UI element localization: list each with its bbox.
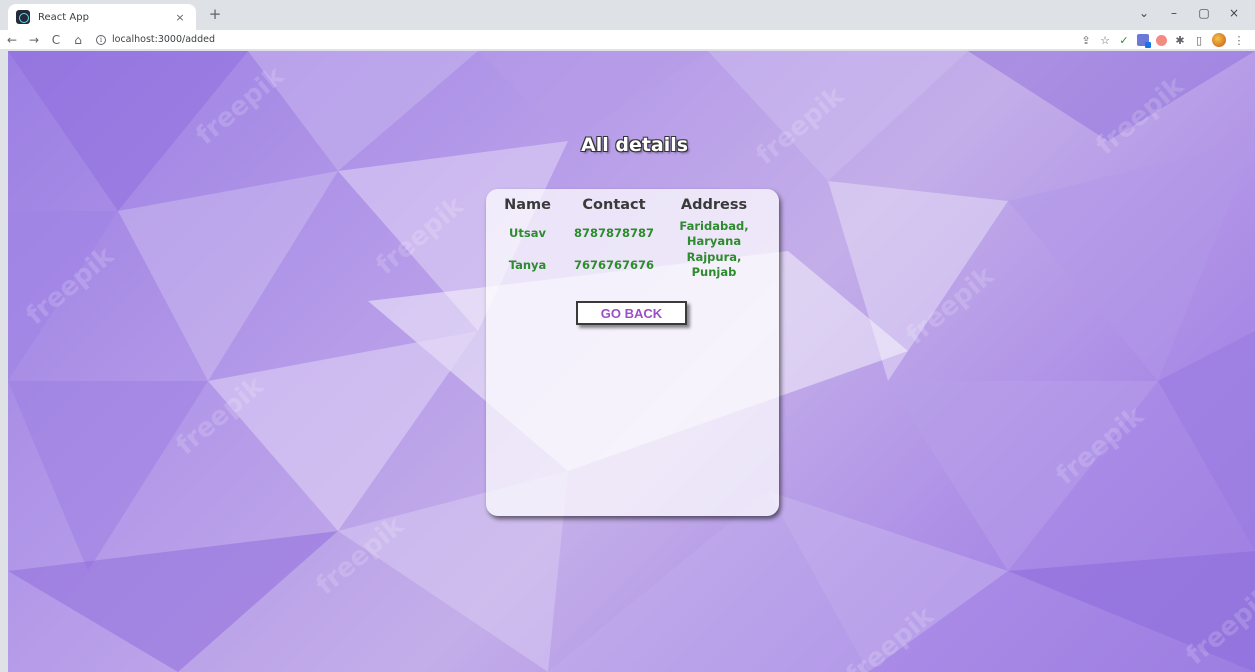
browser-toolbar: ← → C ⌂ i localhost:3000/added ⇪ ☆ ✓ ✱ ▯… <box>0 30 1255 50</box>
extensions-bar: ⇪ ☆ ✓ ✱ ▯ ⋮ <box>1080 30 1245 50</box>
cell-address: Faridabad, Haryana <box>679 218 749 248</box>
tab-strip: React App × + ⌄ – ▢ × <box>0 0 1255 30</box>
bookmark-star-icon[interactable]: ☆ <box>1099 34 1111 47</box>
table-row: Utsav 8787878787 Faridabad, Haryana <box>496 217 759 250</box>
details-card: Name Contact Address Utsav 8787878787 Fa… <box>486 189 779 516</box>
close-tab-icon[interactable]: × <box>172 11 188 24</box>
back-arrow-icon[interactable]: ← <box>2 33 22 47</box>
site-info-icon[interactable]: i <box>96 34 106 45</box>
share-icon[interactable]: ⇪ <box>1080 34 1092 47</box>
reload-icon[interactable]: C <box>46 33 66 47</box>
page-viewport: freepik freepik freepik freepik freepik … <box>8 51 1255 672</box>
window-controls: ⌄ – ▢ × <box>1129 3 1249 23</box>
address-bar[interactable]: i localhost:3000/added <box>96 31 215 49</box>
table-row: Tanya 7676767676 Rajpura, Punjab <box>496 250 759 280</box>
new-tab-button[interactable]: + <box>205 5 225 23</box>
go-back-button[interactable]: GO BACK <box>576 301 687 325</box>
forward-arrow-icon[interactable]: → <box>24 33 44 47</box>
url-text[interactable]: localhost:3000/added <box>112 34 215 45</box>
extension-record-icon[interactable] <box>1156 34 1167 46</box>
minimize-button[interactable]: – <box>1159 3 1189 23</box>
page-title: All details <box>581 134 689 156</box>
cell-contact: 8787878787 <box>573 226 655 240</box>
header-name: Name <box>504 197 551 213</box>
profile-avatar[interactable] <box>1212 33 1226 47</box>
extension-badge-icon[interactable] <box>1137 34 1151 48</box>
browser-tab[interactable]: React App × <box>8 4 196 30</box>
restore-button[interactable]: ▢ <box>1189 3 1219 23</box>
cell-address: Rajpura, Punjab <box>686 250 742 279</box>
extensions-puzzle-icon[interactable]: ✱ <box>1174 34 1186 47</box>
header-address: Address <box>680 197 748 213</box>
close-window-button[interactable]: × <box>1219 3 1249 23</box>
tab-search-icon[interactable]: ⌄ <box>1129 3 1159 23</box>
more-menu-icon[interactable]: ⋮ <box>1233 34 1245 47</box>
details-table: Name Contact Address Utsav 8787878787 Fa… <box>496 193 759 280</box>
checkmark-extension-icon[interactable]: ✓ <box>1118 34 1130 47</box>
react-favicon-icon <box>16 10 30 24</box>
tab-title: React App <box>38 11 89 23</box>
cell-name: Utsav <box>509 226 546 240</box>
header-contact: Contact <box>582 197 646 213</box>
table-header-row: Name Contact Address <box>496 193 759 217</box>
cell-contact: 7676767676 <box>573 257 655 272</box>
side-panel-icon[interactable]: ▯ <box>1193 34 1205 47</box>
cell-name: Tanya <box>508 257 547 272</box>
home-icon[interactable]: ⌂ <box>68 33 88 47</box>
